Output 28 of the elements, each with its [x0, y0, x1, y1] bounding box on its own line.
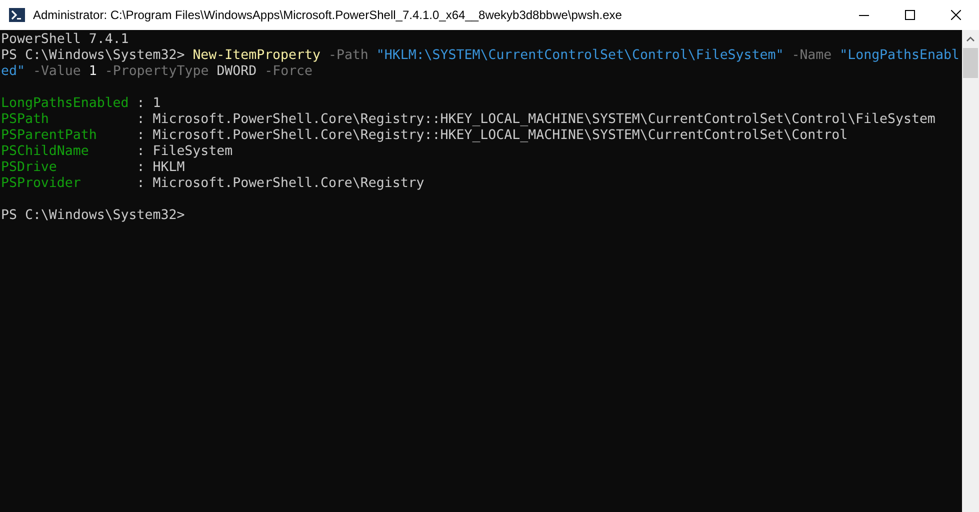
property-separator: :: [136, 128, 146, 144]
close-icon: [951, 10, 961, 20]
property-name: PSProvider: [1, 176, 82, 192]
caret-up-icon: [966, 36, 975, 42]
property-separator: :: [136, 176, 146, 192]
terminal-icon: [9, 7, 25, 23]
scrollbar-thumb[interactable]: [963, 48, 978, 78]
property-value: 1: [152, 96, 161, 112]
property-name: PSChildName: [1, 144, 90, 160]
property-value: Microsoft.PowerShell.Core\Registry::HKEY_LOCAL_MACHINE\SYSTEM\CurrentControlSet\Control\FileSystem: [152, 112, 936, 128]
property-name: PSPath: [1, 112, 50, 128]
property-value: Microsoft.PowerShell.Core\Registry::HKEY_LOCAL_MACHINE\SYSTEM\CurrentControlSet\Control: [152, 128, 848, 144]
property-separator: :: [136, 144, 146, 160]
console-text: PS C:\Windows\System32>: [1, 208, 185, 223]
property-value: FileSystem: [152, 144, 233, 160]
property-name: LongPathsEnabled: [1, 96, 130, 112]
property-separator: :: [136, 112, 146, 128]
console-text: PowerShell 7.4.1: [1, 32, 129, 47]
command-line: PS C:\Windows\System32> New-ItemProperty -Path "HKLM:\SYSTEM\CurrentControlSet\Control\FileSystem" -Name "LongPathsEnabled" -Value 1 -PropertyType DWORD -Force: [1, 48, 960, 80]
property-separator: :: [136, 96, 146, 112]
property-value: Microsoft.PowerShell.Core\Registry: [152, 176, 424, 192]
scrollbar[interactable]: [962, 30, 979, 512]
property-separator: :: [136, 160, 146, 176]
window-title: Administrator: C:\Program Files\WindowsApps\Microsoft.PowerShell_7.4.1.0_x64__8wekyb3d8bbwe\pwsh.exe: [33, 8, 623, 22]
maximize-icon: [905, 10, 915, 20]
property-name: PSParentPath: [1, 128, 98, 144]
property-value: HKLM: [152, 160, 185, 176]
property-name: PSDrive: [1, 160, 58, 176]
